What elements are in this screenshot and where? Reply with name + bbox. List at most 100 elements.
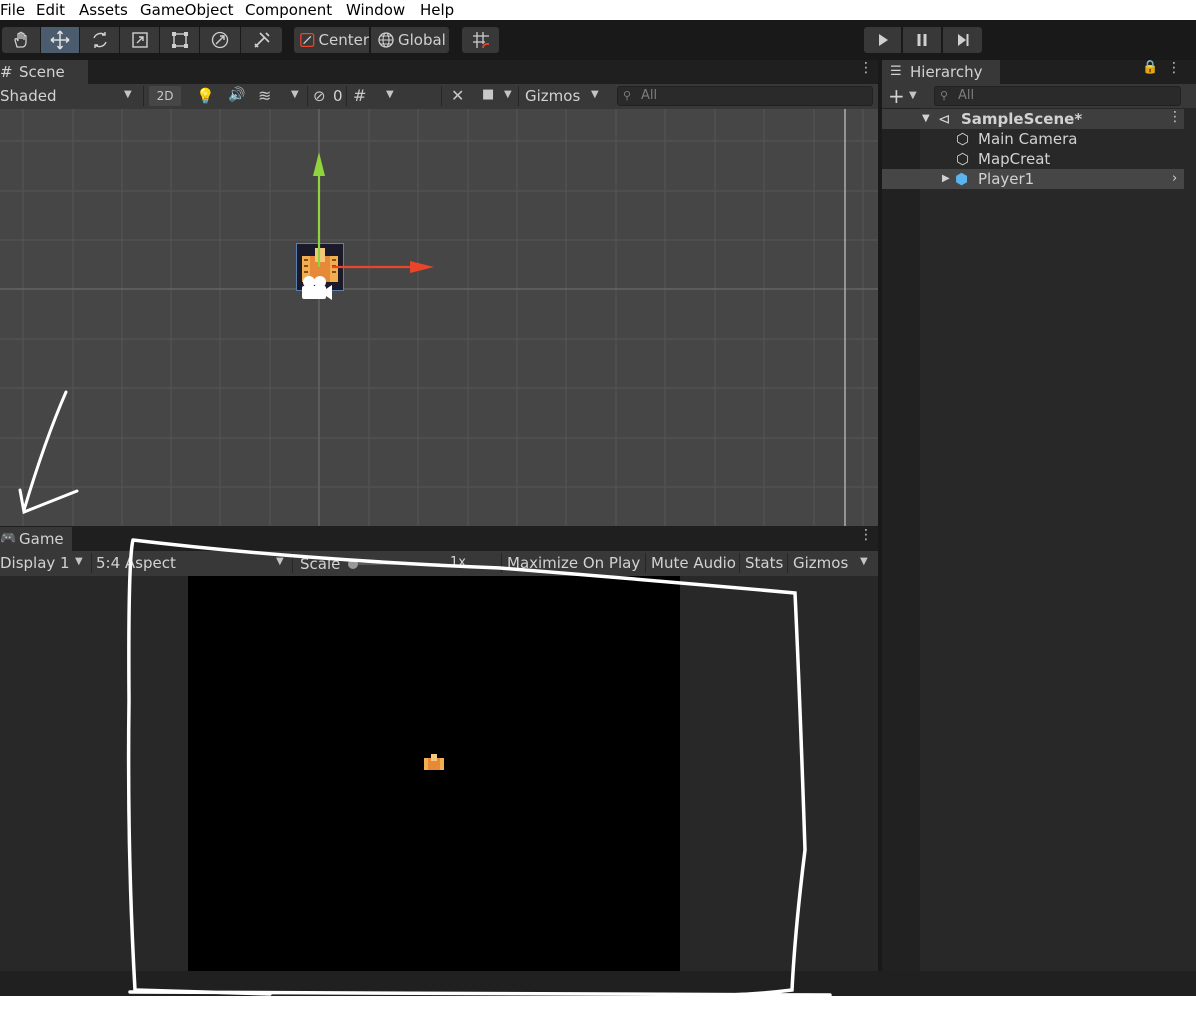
play-button[interactable] — [864, 27, 901, 53]
scene-panel-menu-icon[interactable]: ⋮ — [859, 61, 873, 75]
menu-assets[interactable]: Assets — [79, 0, 128, 20]
add-dropdown-arrow-icon[interactable]: ▼ — [909, 90, 917, 101]
pivot-mode-toggle[interactable]: Center — [294, 27, 369, 53]
lock-icon[interactable]: 🔒 — [1142, 60, 1158, 75]
search-icon: ⚲ — [940, 89, 949, 102]
grid-visibility-icon[interactable]: # — [353, 86, 366, 105]
hierarchy-menu-icon[interactable]: ⋮ — [1167, 61, 1181, 75]
effects-toggle-icon[interactable]: ≋ — [258, 86, 271, 105]
display-dropdown[interactable]: Display 1 — [0, 554, 70, 572]
mute-audio-toggle[interactable]: Mute Audio — [651, 554, 736, 572]
scene-tabstrip: # Scene ⋮ — [0, 60, 878, 84]
hierarchy-search-placeholder: All — [958, 88, 975, 103]
expand-arrow-icon[interactable]: ▼ — [922, 109, 930, 129]
move-tool-button[interactable] — [41, 27, 79, 53]
hand-tool-button[interactable] — [2, 27, 40, 53]
player-tank-icon — [424, 754, 444, 770]
stats-toggle[interactable]: Stats — [745, 554, 783, 572]
hierarchy-gutter — [882, 108, 920, 971]
camera-dropdown-arrow-icon[interactable]: ▼ — [504, 89, 512, 100]
scene-tab-label: Scene — [19, 63, 65, 81]
game-gizmos-button[interactable]: Gizmos — [793, 554, 848, 572]
pivot-rotation-toggle[interactable]: Global — [371, 27, 449, 53]
aspect-dropdown-arrow-icon: ▼ — [276, 556, 284, 567]
hierarchy-tab-label: Hierarchy — [910, 63, 983, 81]
grid-dropdown-arrow-icon[interactable]: ▼ — [386, 89, 394, 100]
scale-icon — [131, 32, 148, 48]
step-button[interactable] — [943, 27, 982, 53]
expand-arrow-icon[interactable]: ▶ — [942, 169, 950, 189]
gamepad-icon: 🎮 — [0, 531, 17, 546]
shading-mode-dropdown[interactable]: Shaded — [0, 87, 57, 105]
menu-edit[interactable]: Edit — [36, 0, 65, 20]
menu-bar: File Edit Assets GameObject Component Wi… — [0, 0, 1196, 20]
audio-toggle-icon[interactable]: 🔊 — [228, 87, 245, 103]
game-view-render[interactable] — [188, 576, 680, 971]
rotate-icon — [92, 32, 107, 48]
pivot-mode-label: Center — [318, 31, 370, 49]
menu-component[interactable]: Component — [245, 0, 332, 20]
menu-file[interactable]: File — [0, 0, 25, 20]
hierarchy-item-label: MapCreat — [978, 150, 1051, 168]
shading-dropdown-arrow-icon: ▼ — [124, 89, 132, 100]
hierarchy-scrollbar[interactable] — [1184, 108, 1196, 971]
transform-tool-button[interactable] — [200, 27, 240, 53]
effects-dropdown-arrow-icon[interactable]: ▼ — [291, 89, 299, 100]
scene-tools-icon[interactable]: ✕ — [451, 86, 464, 105]
rotate-tool-button[interactable] — [80, 27, 119, 53]
maximize-on-play-toggle[interactable]: Maximize On Play — [507, 554, 640, 572]
tab-hierarchy[interactable]: ☰ Hierarchy — [882, 60, 1000, 84]
move-gizmo[interactable] — [300, 149, 440, 279]
grid-snapping-button[interactable] — [462, 27, 499, 53]
menu-gameobject[interactable]: GameObject — [140, 0, 234, 20]
pause-button[interactable] — [903, 27, 941, 53]
unity-scene-icon: ⊲ — [938, 110, 951, 128]
rect-transform-icon — [171, 32, 188, 48]
game-gizmos-arrow-icon[interactable]: ▼ — [860, 556, 868, 567]
gameobject-cube-icon: ⬡ — [956, 130, 970, 148]
hierarchy-item-main-camera[interactable]: ⬡ Main Camera — [921, 129, 1184, 149]
scale-slider-handle[interactable] — [348, 559, 358, 569]
aspect-dropdown[interactable]: 5:4 Aspect — [96, 554, 176, 572]
toggle-2d-button[interactable]: 2D — [149, 86, 181, 106]
prefab-cube-icon: ⬢ — [955, 170, 969, 188]
scene-viewport[interactable] — [0, 109, 878, 526]
hidden-objects-count: 0 — [333, 87, 343, 105]
hierarchy-item-player1[interactable]: ▶ ⬢ Player1 › — [882, 169, 1184, 189]
game-panel-menu-icon[interactable]: ⋮ — [859, 528, 873, 542]
scene-search-input[interactable]: ⚲ All — [617, 86, 873, 106]
scene-root-row[interactable]: ▼ ⊲ SampleScene* ⋮ — [882, 109, 1184, 129]
chevron-right-icon[interactable]: › — [1172, 169, 1177, 189]
scale-value: 1x — [450, 555, 466, 570]
gameobject-cube-icon: ⬡ — [956, 150, 970, 168]
hierarchy-search-input[interactable]: ⚲ All — [934, 86, 1181, 106]
scene-gizmos-button[interactable]: Gizmos — [525, 87, 580, 105]
game-controlbar: Display 1 ▼ 5:4 Aspect ▼ Scale 1x Maximi… — [0, 551, 878, 576]
camera-settings-icon[interactable]: ■ — [482, 87, 494, 102]
rect-tool-button[interactable] — [160, 27, 199, 53]
pause-icon — [917, 34, 927, 46]
hierarchy-item-mapcreat[interactable]: ⬡ MapCreat — [921, 149, 1184, 169]
game-tabstrip: 🎮 Game ⋮ — [0, 526, 878, 551]
hierarchy-tree — [920, 108, 1184, 971]
add-object-icon[interactable]: + — [888, 84, 905, 108]
scene-gizmos-arrow-icon[interactable]: ▼ — [591, 89, 599, 100]
scene-name: SampleScene* — [961, 110, 1083, 128]
tab-scene[interactable]: # Scene — [0, 60, 88, 84]
menu-window[interactable]: Window — [346, 0, 405, 20]
scene-row-menu-icon[interactable]: ⋮ — [1168, 110, 1182, 124]
hierarchy-item-label: Player1 — [978, 170, 1035, 188]
scale-slider-track[interactable] — [350, 563, 440, 565]
lighting-toggle-icon[interactable]: 💡 — [196, 87, 215, 105]
grid-icon: # — [0, 63, 13, 81]
search-icon: ⚲ — [623, 89, 632, 102]
menu-help[interactable]: Help — [420, 0, 454, 20]
hierarchy-controlbar: + ▼ ⚲ All — [882, 84, 1196, 108]
play-icon — [878, 34, 888, 46]
tab-game[interactable]: 🎮 Game — [0, 527, 72, 551]
step-icon — [957, 34, 968, 46]
hidden-objects-icon[interactable]: ⊘ — [313, 87, 326, 105]
custom-tool-button[interactable] — [241, 27, 282, 53]
scale-tool-button[interactable] — [120, 27, 159, 53]
pivot-center-icon — [300, 32, 315, 48]
